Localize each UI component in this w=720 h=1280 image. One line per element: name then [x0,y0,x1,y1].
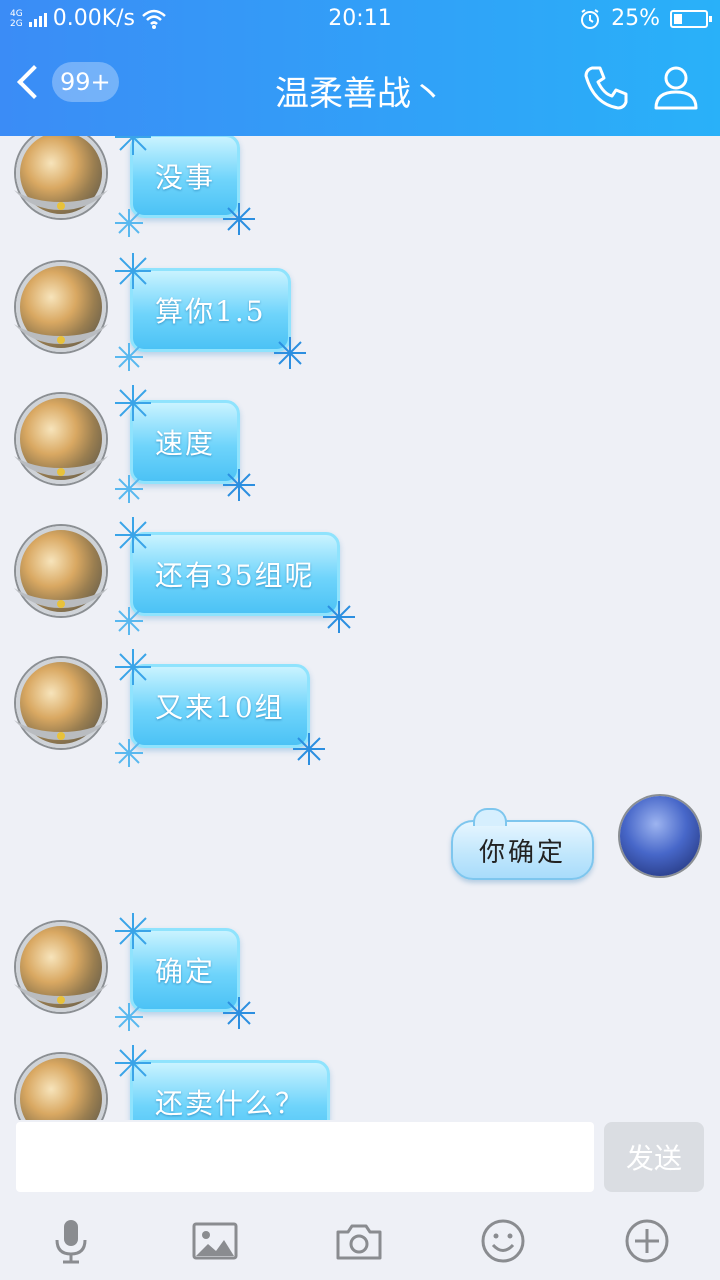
message-bubble[interactable]: 算你1.5 [115,253,306,371]
message-bubble[interactable]: 又来10组 [115,649,325,767]
snowflake-icon [223,203,256,235]
avatar-frame-icon [14,324,108,344]
input-bar: 发送 [0,1120,720,1206]
snowflake-icon [115,607,143,635]
message-text: 速度 [155,427,216,460]
bubble-ear-decoration [472,808,507,826]
message-row: 算你1.5 [0,253,720,382]
message-bubble[interactable]: 还有35组呢 [115,517,355,635]
message-bubble[interactable]: 没事 [115,136,256,237]
snowflake-icon [115,1045,151,1081]
message-row: 速度 [0,385,720,514]
emoji-icon[interactable] [478,1216,528,1266]
message-text: 还卖什么？ [155,1087,306,1120]
message-row: 还卖什么？ [0,1045,720,1120]
message-text: 你确定 [478,837,566,868]
message-text: 没事 [155,161,216,194]
battery-percent: 25% [611,6,660,31]
snowflake-icon [115,475,143,503]
nav-bar: 99+ 温柔善战丶 [0,40,720,136]
snowflake-icon [115,385,151,421]
message-row: 还有35组呢 [0,517,720,646]
snowflake-icon [115,1003,143,1031]
message-text: 确定 [155,955,216,988]
message-bubble-self[interactable]: 你确定 [450,808,594,880]
message-text: 又来10组 [155,691,285,724]
avatar-frame-icon [14,456,108,476]
snowflake-icon [115,209,143,237]
message-list[interactable]: 没事 算你1.5 速度 还有35组呢 又来10组 你确定 确定 还卖什么？ [0,136,720,1120]
message-row: 确定 [0,913,720,1042]
message-bubble[interactable]: 速度 [115,385,256,503]
snowflake-icon [115,343,143,371]
send-button[interactable]: 发送 [604,1122,704,1192]
contact-avatar[interactable] [16,1054,106,1120]
microphone-icon[interactable] [46,1216,96,1266]
snowflake-icon [223,469,256,501]
message-row: 又来10组 [0,649,720,778]
message-text: 算你1.5 [155,295,266,328]
profile-icon[interactable] [650,62,702,114]
message-bubble[interactable]: 确定 [115,913,256,1031]
snowflake-icon [115,517,151,553]
image-icon[interactable] [190,1216,240,1266]
chat-header: 4G 2G 0.00K/s 20:11 25% 99+ 温柔善战丶 [0,0,720,136]
message-input[interactable] [16,1122,594,1192]
phone-icon[interactable] [580,62,632,114]
input-toolbar [0,1206,720,1280]
avatar-frame-icon [14,720,108,740]
message-row: 没事 [0,136,720,248]
plus-icon[interactable] [622,1216,672,1266]
camera-icon[interactable] [334,1216,384,1266]
snowflake-icon [115,913,151,949]
snowflake-icon [223,997,256,1029]
alarm-icon [581,8,600,29]
status-bar: 4G 2G 0.00K/s 20:11 25% [0,0,720,40]
message-bubble[interactable]: 还卖什么？ [115,1045,331,1120]
snowflake-icon [115,253,151,289]
avatar-frame-icon [14,588,108,608]
avatar-frame-icon [14,984,108,1004]
battery-icon [670,9,712,28]
snowflake-icon [292,733,325,765]
status-right: 25% [579,6,712,31]
snowflake-icon [115,136,151,155]
message-row-self: 你确定 [0,796,720,906]
snowflake-icon [115,649,151,685]
avatar-frame-icon [14,190,108,210]
battery-fill [674,13,682,24]
snowflake-icon [115,739,143,767]
my-avatar[interactable] [620,796,700,876]
message-text: 还有35组呢 [155,559,315,592]
snowflake-icon [322,601,355,633]
snowflake-icon [273,337,306,369]
